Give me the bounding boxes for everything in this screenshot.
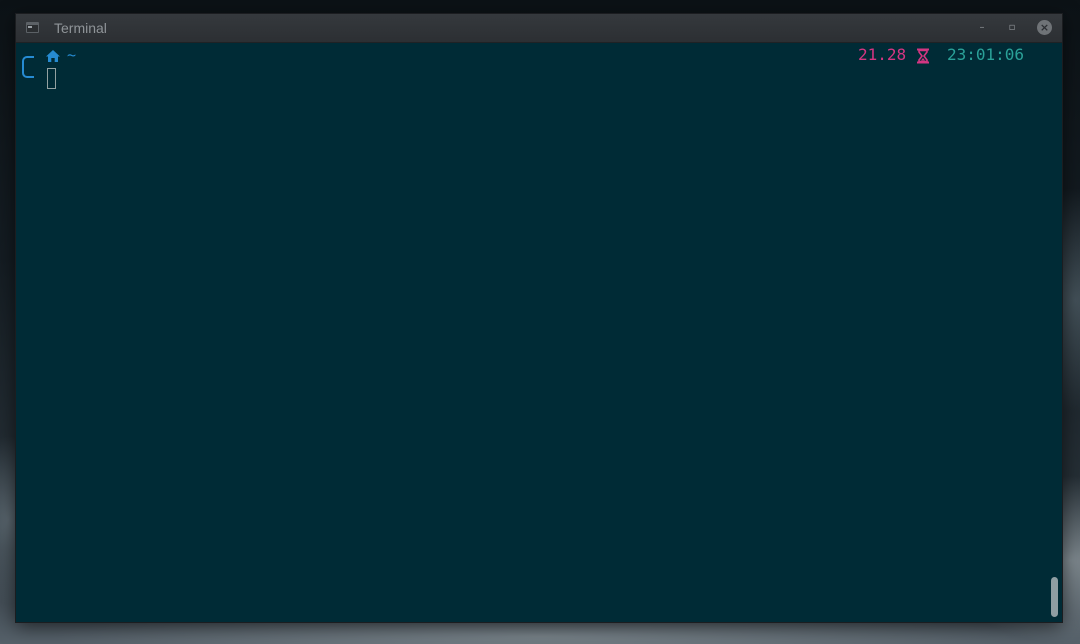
- close-icon: ×: [1039, 21, 1050, 34]
- terminal-icon: [26, 22, 39, 33]
- scroll-thumb[interactable]: [1051, 577, 1058, 617]
- terminal-window[interactable]: Terminal – ▫ × ~ 21.28 23:01:06: [16, 14, 1062, 622]
- clock: 23:01:06: [947, 45, 1025, 64]
- close-button[interactable]: ×: [1037, 20, 1052, 35]
- home-icon: [46, 50, 60, 62]
- minimize-icon: –: [979, 22, 985, 33]
- command-duration: 21.28: [858, 45, 907, 64]
- maximize-icon: ▫: [1008, 22, 1016, 33]
- maximize-button[interactable]: ▫: [1004, 20, 1020, 36]
- current-directory: ~: [67, 46, 77, 64]
- vertical-scrollbar[interactable]: [1048, 43, 1062, 622]
- minimize-button[interactable]: –: [974, 20, 990, 36]
- prompt-bracket: [22, 56, 34, 78]
- window-title: Terminal: [54, 20, 107, 36]
- title-bar[interactable]: Terminal – ▫ ×: [16, 14, 1062, 43]
- hourglass-icon: [917, 48, 929, 64]
- terminal-content[interactable]: ~ 21.28 23:01:06: [16, 43, 1062, 622]
- text-cursor[interactable]: [47, 68, 56, 89]
